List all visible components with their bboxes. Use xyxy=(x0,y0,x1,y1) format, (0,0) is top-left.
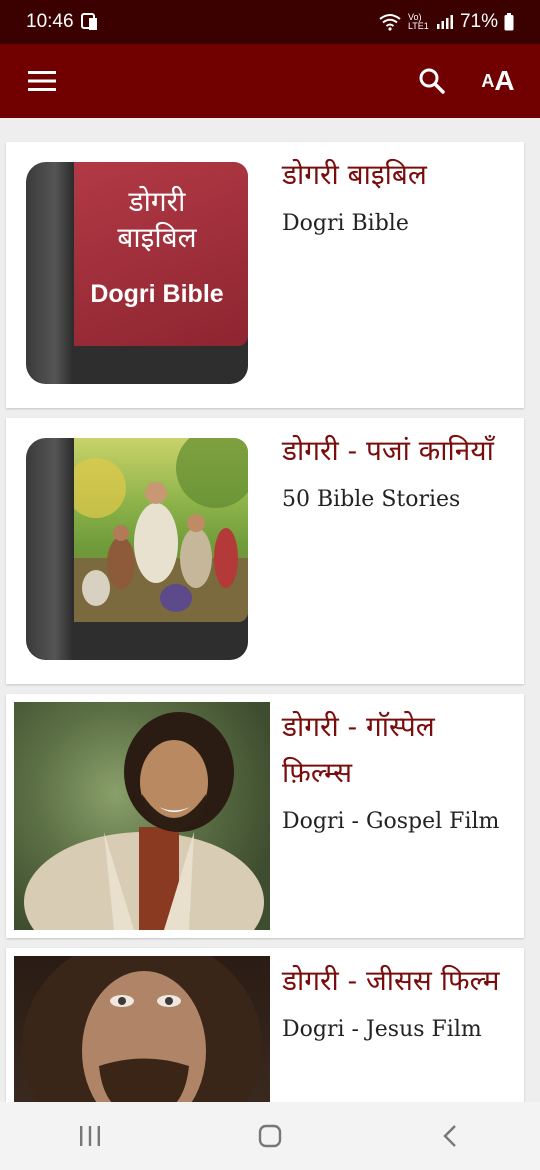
status-bar: 10:46 Vo) LTE1 71% xyxy=(0,0,540,44)
cover-subtitle: Dogri Bible xyxy=(90,280,224,308)
home-icon[interactable] xyxy=(240,1111,300,1161)
book-cover-red: डोगरी बाइबिल Dogri Bible xyxy=(14,142,270,408)
battery-percent: 71% xyxy=(459,11,498,32)
system-nav-bar xyxy=(0,1102,540,1170)
battery-icon xyxy=(504,13,514,31)
cover-title: डोगरी बाइबिल xyxy=(117,185,197,254)
status-time: 10:46 xyxy=(26,11,74,32)
wifi-icon xyxy=(378,13,402,31)
app-bar: AA xyxy=(0,44,540,118)
font-size-icon[interactable]: AA xyxy=(480,63,516,99)
jesus-smiling-photo xyxy=(14,702,270,930)
notification-icon xyxy=(80,12,98,32)
list-item[interactable]: डोगरी - जीसस फिल्म Dogri - Jesus Film xyxy=(6,948,524,1102)
item-title: डोगरी - गॉस्पेल फ़िल्म्स xyxy=(282,710,435,789)
list-item[interactable]: डोगरी बाइबिल Dogri Bible डोगरी बाइबिल Do… xyxy=(6,142,524,408)
hamburger-menu-icon[interactable] xyxy=(24,63,60,99)
jesus-portrait-photo xyxy=(14,956,270,1102)
signal-icon xyxy=(436,14,454,30)
item-subtitle: Dogri Bible xyxy=(282,211,409,236)
item-title: डोगरी - पजां कानियाँ xyxy=(282,434,494,467)
item-subtitle: Dogri - Jesus Film xyxy=(282,1017,482,1042)
item-subtitle: 50 Bible Stories xyxy=(282,487,461,512)
search-icon[interactable] xyxy=(414,63,450,99)
item-subtitle: Dogri - Gospel Film xyxy=(282,809,500,834)
list-item[interactable]: डोगरी - पजां कानियाँ 50 Bible Stories xyxy=(6,418,524,684)
recent-apps-icon[interactable] xyxy=(60,1111,120,1161)
back-icon[interactable] xyxy=(420,1111,480,1161)
list-item[interactable]: डोगरी - गॉस्पेल फ़िल्म्स Dogri - Gospel … xyxy=(6,694,524,938)
network-label: Vo) LTE1 xyxy=(407,12,429,31)
item-title: डोगरी - जीसस फिल्म xyxy=(282,964,500,997)
book-cover-bible-stories xyxy=(14,418,270,684)
content-list: डोगरी बाइबिल Dogri Bible डोगरी बाइबिल Do… xyxy=(0,118,540,1102)
item-title: डोगरी बाइबिल xyxy=(282,158,427,191)
